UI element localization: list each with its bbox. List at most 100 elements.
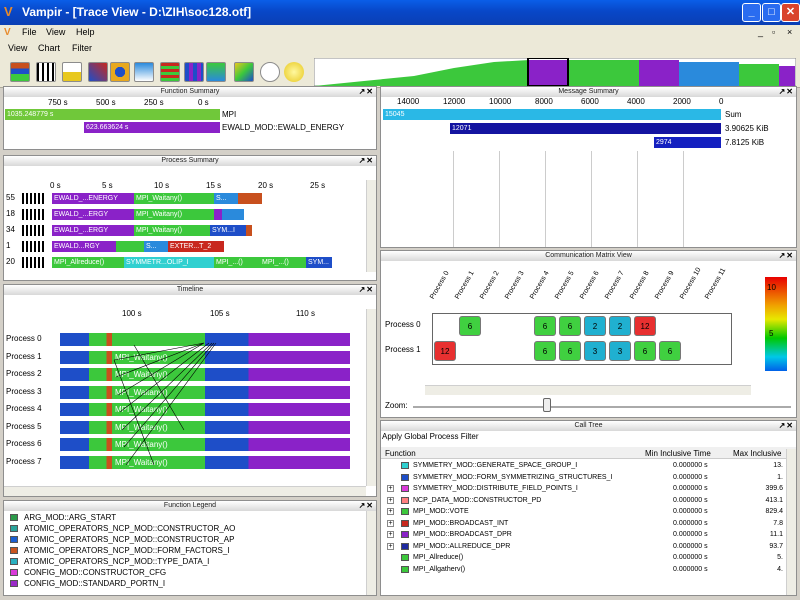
matrix-cell[interactable]: 6 xyxy=(559,316,581,336)
process-summary-row[interactable]: 1 EWALD...RGY S... EXTER...T_2 xyxy=(4,241,368,252)
pie-chart-icon[interactable] xyxy=(110,62,130,82)
call-tree-row[interactable]: MPI_Allreduce() 0.000000 s 5. xyxy=(381,553,787,563)
expand-icon[interactable]: + xyxy=(387,519,394,527)
matrix-cell[interactable]: 3 xyxy=(609,341,631,361)
process-filter-link[interactable]: Apply Global Process Filter xyxy=(382,432,478,441)
column-max-inclusive[interactable]: Max Inclusive xyxy=(733,449,781,458)
clock-icon[interactable] xyxy=(260,62,280,82)
process-segment[interactable]: S... xyxy=(214,193,238,204)
function-bar-mpi[interactable]: 1035.248779 s xyxy=(5,109,220,120)
expand-icon[interactable]: + xyxy=(387,508,394,515)
message-summary-icon[interactable] xyxy=(134,62,154,82)
menu-help[interactable]: Help xyxy=(76,27,95,37)
panel-controls[interactable]: ↗✕ xyxy=(359,285,374,295)
call-tree-row[interactable]: SYMMETRY_MOD::FORM_SYMMETRIZING_STRUCTUR… xyxy=(381,473,787,483)
vertical-scrollbar[interactable] xyxy=(366,180,376,272)
process-segment[interactable]: MPI_...() xyxy=(214,257,260,268)
column-min-inclusive[interactable]: Min Inclusive Time xyxy=(645,449,711,458)
call-tree-row[interactable]: + MPI_MOD::BROADCAST_INT 0.000000 s 7.8 xyxy=(381,519,787,529)
zoom-slider-track[interactable] xyxy=(413,406,791,408)
maximize-button[interactable]: □ xyxy=(762,3,781,22)
process-segment[interactable]: MPI_Waitany() xyxy=(134,209,214,220)
process-segment[interactable] xyxy=(214,209,222,220)
process-segment[interactable]: MPI_Waitany() xyxy=(134,193,214,204)
process-segment[interactable]: MPI_Waitany() xyxy=(134,225,210,236)
io-events-icon[interactable] xyxy=(184,62,204,82)
matrix-cell[interactable]: 2 xyxy=(584,316,606,336)
panel-controls[interactable]: ↗✕ xyxy=(359,501,374,511)
panel-controls[interactable]: ↗✕ xyxy=(359,156,374,166)
process-segment[interactable]: SYM... xyxy=(306,257,332,268)
master-timeline-icon[interactable] xyxy=(10,62,30,82)
function-bar-ewald[interactable]: 623.663624 s xyxy=(84,122,220,133)
matrix-cell[interactable]: 6 xyxy=(534,341,556,361)
call-tree-row[interactable]: + MPI_MOD::BROADCAST_DPR 0.000000 s 11.1 xyxy=(381,530,787,540)
message-bar[interactable]: 15045 xyxy=(383,109,721,120)
process-segment[interactable]: MPI_...() xyxy=(260,257,306,268)
process-segment[interactable]: S... xyxy=(144,241,168,252)
process-segment[interactable]: EWALD_...ERGY xyxy=(52,225,134,236)
process-segment[interactable] xyxy=(246,225,252,236)
panel-controls[interactable]: ↗✕ xyxy=(779,421,794,431)
process-segment[interactable]: EWALD...RGY xyxy=(52,241,116,252)
legend-item[interactable]: ARG_MOD::ARG_START xyxy=(10,513,360,524)
matrix-cell[interactable]: 12 xyxy=(434,341,456,361)
close-button[interactable]: ✕ xyxy=(781,3,800,22)
minimize-button[interactable]: _ xyxy=(742,3,761,22)
call-tree-row[interactable]: + MPI_MOD::ALLREDUCE_DPR 0.000000 s 93.7 xyxy=(381,542,787,552)
vertical-scrollbar[interactable] xyxy=(366,511,376,595)
zoom-slider-handle[interactable] xyxy=(543,398,551,412)
matrix-cell[interactable]: 2 xyxy=(609,316,631,336)
process-segment[interactable]: SYMMETR...OLIP_I xyxy=(124,257,214,268)
process-segment[interactable] xyxy=(238,193,262,204)
inner-close-button[interactable]: × xyxy=(787,27,792,37)
process-summary-row[interactable]: 55 EWALD_...ENERGY MPI_Waitany() S... xyxy=(4,193,368,204)
legend-item[interactable]: ATOMIC_OPERATORS_NCP_MOD::CONSTRUCTOR_AP xyxy=(10,535,360,546)
expand-icon[interactable]: + xyxy=(387,542,394,550)
matrix-cell[interactable]: 6 xyxy=(634,341,656,361)
process-segment[interactable] xyxy=(116,241,144,252)
legend-item[interactable]: ATOMIC_OPERATORS_NCP_MOD::CONSTRUCTOR_AO xyxy=(10,524,360,535)
menu-chart[interactable]: Chart xyxy=(38,43,60,53)
call-tree-row[interactable]: SYMMETRY_MOD::GENERATE_SPACE_GROUP_I 0.00… xyxy=(381,461,787,471)
process-summary-row[interactable]: 34 EWALD_...ERGY MPI_Waitany() SYM...I xyxy=(4,225,368,236)
matrix-cell[interactable]: 6 xyxy=(534,316,556,336)
performance-radar-icon[interactable] xyxy=(88,62,108,82)
expand-icon[interactable]: + xyxy=(387,496,394,504)
call-tree-row[interactable]: + NCP_DATA_MOD::CONSTRUCTOR_PD 0.000000 s 4… xyxy=(381,496,787,506)
horizontal-scrollbar[interactable] xyxy=(425,385,751,395)
menu-view[interactable]: View xyxy=(46,27,65,37)
function-legend-icon[interactable] xyxy=(234,62,254,82)
legend-item[interactable]: ATOMIC_OPERATORS_NCP_MOD::FORM_FACTORS_I xyxy=(10,546,360,557)
panel-controls[interactable]: ↗✕ xyxy=(359,87,374,97)
call-tree-row[interactable]: + MPI_MOD::VOTE 0.000000 s 829.4 xyxy=(381,507,787,517)
matrix-cell[interactable]: 6 xyxy=(559,341,581,361)
inner-restore-button[interactable]: ▫ xyxy=(772,27,775,37)
panel-controls[interactable]: ↗✕ xyxy=(779,87,794,97)
process-segment[interactable]: MPI_Allreduce() xyxy=(52,257,124,268)
expand-icon[interactable]: + xyxy=(387,485,394,492)
communication-matrix-icon[interactable] xyxy=(160,62,180,82)
inner-minimize-button[interactable]: _ xyxy=(758,27,763,37)
process-segment[interactable]: EWALD_...ERGY xyxy=(52,209,134,220)
menu-filter[interactable]: Filter xyxy=(72,43,92,53)
message-bar[interactable]: 12071 xyxy=(450,123,721,134)
call-tree-row[interactable]: MPI_Allgatherv() 0.000000 s 4. xyxy=(381,565,787,575)
process-summary-row[interactable]: 18 EWALD_...ERGY MPI_Waitany() xyxy=(4,209,368,220)
process-summary-row[interactable]: 20 MPI_Allreduce() SYMMETR...OLIP_I MPI_...… xyxy=(4,257,368,268)
panel-controls[interactable]: ↗✕ xyxy=(779,251,794,261)
horizontal-scrollbar[interactable] xyxy=(4,486,366,496)
legend-item[interactable]: ATOMIC_OPERATORS_NCP_MOD::TYPE_DATA_I xyxy=(10,557,360,568)
message-bar[interactable]: 2974 xyxy=(654,137,721,148)
lightbulb-icon[interactable] xyxy=(284,62,304,82)
process-segment[interactable] xyxy=(222,209,244,220)
menu-view-2[interactable]: View xyxy=(8,43,27,53)
menu-file[interactable]: File xyxy=(22,27,37,37)
matrix-cell[interactable]: 3 xyxy=(584,341,606,361)
matrix-cell[interactable]: 6 xyxy=(659,341,681,361)
call-tree-row[interactable]: + SYMMETRY_MOD::DISTRIBUTE_FIELD_POINTS_I… xyxy=(381,484,787,494)
vertical-scrollbar[interactable] xyxy=(786,449,796,595)
vertical-scrollbar[interactable] xyxy=(366,309,376,486)
expand-icon[interactable]: + xyxy=(387,531,394,538)
zoom-overview-chart[interactable] xyxy=(314,58,796,86)
